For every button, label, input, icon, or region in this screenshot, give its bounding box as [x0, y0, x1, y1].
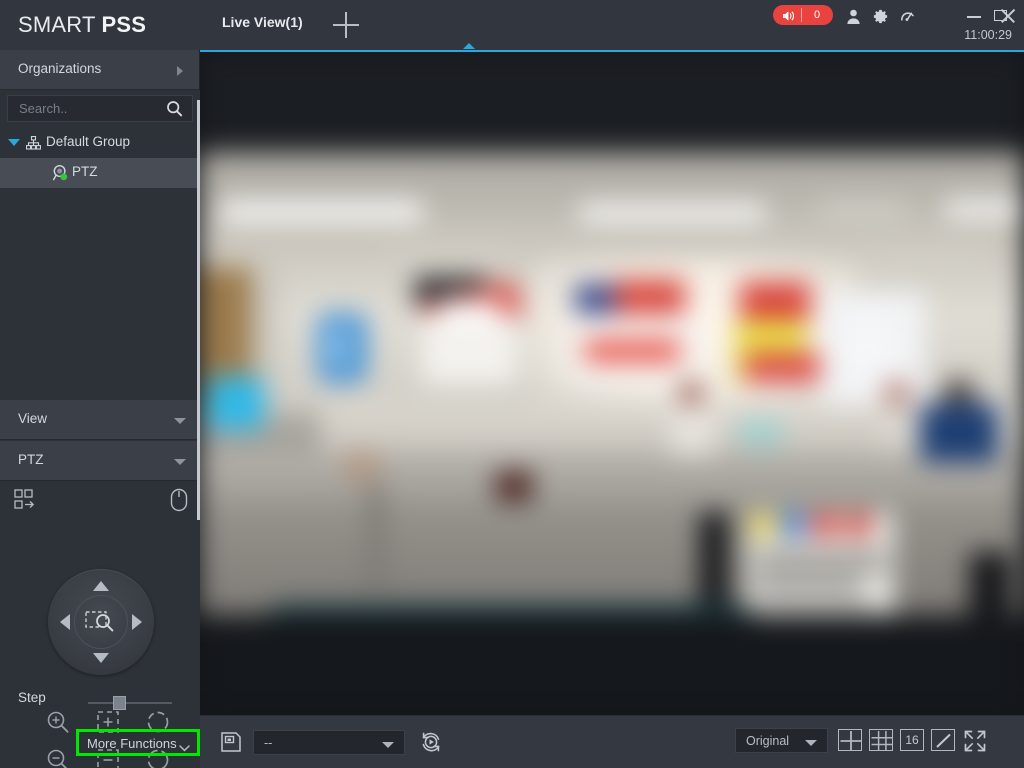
panel-ptz-label: PTZ	[18, 452, 44, 467]
active-tab-indicator	[463, 43, 475, 49]
alarm-badge[interactable]: 0	[773, 5, 833, 25]
panel-header-ptz[interactable]: PTZ	[0, 441, 200, 481]
more-functions-label: More Functions	[87, 736, 177, 751]
refresh-play-icon[interactable]	[419, 730, 443, 759]
ptz-control-panel: Step	[0, 481, 200, 768]
ptz-pattern-icon[interactable]	[14, 489, 38, 511]
video-toolbar: -- Original 16	[200, 715, 1024, 768]
ptz-left-button[interactable]	[60, 614, 70, 630]
chevron-down-icon	[805, 740, 817, 746]
step-slider-track	[88, 702, 172, 704]
organizations-label: Organizations	[18, 61, 102, 76]
user-icon[interactable]	[845, 8, 862, 25]
video-viewport[interactable]	[200, 52, 1024, 715]
speaker-icon	[782, 9, 795, 21]
live-video-stream	[200, 52, 1024, 715]
group-node-icon	[25, 135, 42, 150]
panel-view-label: View	[18, 411, 48, 426]
chevron-down-icon	[174, 459, 186, 465]
new-tab-button[interactable]	[333, 12, 359, 38]
tree-item-ptz[interactable]: PTZ	[0, 158, 200, 188]
ptz-mouse-control-icon[interactable]	[170, 488, 188, 512]
chevron-down-icon	[382, 742, 394, 748]
layout-9-button[interactable]	[869, 729, 893, 751]
ptz-area-zoom-button[interactable]	[74, 595, 128, 649]
step-label: Step	[18, 690, 46, 705]
step-slider-thumb[interactable]	[113, 696, 126, 710]
left-sidebar: Organizations Search.. Default Group PTZ…	[0, 50, 200, 768]
ptz-right-button[interactable]	[132, 614, 142, 630]
ptz-down-button[interactable]	[93, 653, 109, 663]
layout-16-label: 16	[905, 733, 919, 747]
app-logo-prefix: SMART	[18, 12, 102, 37]
panel-header-view[interactable]: View	[0, 400, 200, 440]
more-functions-button[interactable]: More Functions	[76, 729, 200, 756]
zoom-in-button[interactable]	[45, 709, 71, 735]
minimize-button[interactable]	[966, 8, 982, 24]
tree-group-default[interactable]: Default Group	[0, 128, 200, 158]
search-icon[interactable]	[166, 100, 183, 117]
video-letterbox-bottom	[200, 615, 1024, 715]
chevron-right-icon	[177, 66, 183, 76]
chevron-down-icon	[174, 418, 186, 424]
main-content: -- Original 16	[200, 50, 1024, 768]
search-input[interactable]	[19, 96, 159, 121]
step-slider[interactable]	[88, 696, 172, 710]
ptz-up-button[interactable]	[93, 581, 109, 591]
close-button[interactable]	[1000, 8, 1016, 24]
save-view-icon[interactable]	[220, 731, 242, 758]
video-letterbox-top	[200, 52, 1024, 152]
tab-live-view[interactable]: Live View(1)	[222, 14, 303, 30]
layout-4-button[interactable]	[838, 729, 862, 751]
organizations-header[interactable]: Organizations	[0, 50, 199, 90]
settings-gear-icon[interactable]	[872, 8, 889, 25]
smart-pss-window: SMART PSS Live View(1) 0 11:00:29 Organi…	[0, 0, 1024, 768]
custom-layout-button[interactable]	[931, 729, 955, 751]
tree-group-label: Default Group	[46, 134, 131, 149]
search-bar	[0, 90, 200, 128]
expand-triangle-icon[interactable]	[8, 139, 20, 146]
fullscreen-expand-icon[interactable]	[964, 730, 986, 757]
ptz-direction-pad[interactable]	[48, 569, 154, 675]
clock: 11:00:29	[964, 28, 1012, 42]
search-box[interactable]	[7, 95, 193, 122]
alarm-count: 0	[813, 9, 821, 21]
title-bar: SMART PSS Live View(1) 0 11:00:29	[0, 0, 1024, 50]
chevron-down-icon	[179, 739, 190, 752]
ratio-select-value: Original	[746, 734, 790, 748]
app-logo-suffix: PSS	[101, 12, 147, 37]
camera-icon	[52, 164, 69, 182]
preset-select-value: --	[264, 736, 273, 750]
ratio-select[interactable]: Original	[735, 728, 828, 753]
app-logo: SMART PSS	[18, 12, 146, 38]
preset-select[interactable]: --	[253, 730, 405, 755]
layout-16-button[interactable]: 16	[900, 729, 924, 751]
dashboard-gauge-icon[interactable]	[899, 8, 916, 25]
alarm-divider	[801, 8, 802, 22]
tree-item-label: PTZ	[72, 164, 98, 179]
zoom-out-button[interactable]	[45, 747, 71, 768]
video-image	[200, 52, 1024, 715]
area-zoom-icon	[84, 606, 118, 638]
